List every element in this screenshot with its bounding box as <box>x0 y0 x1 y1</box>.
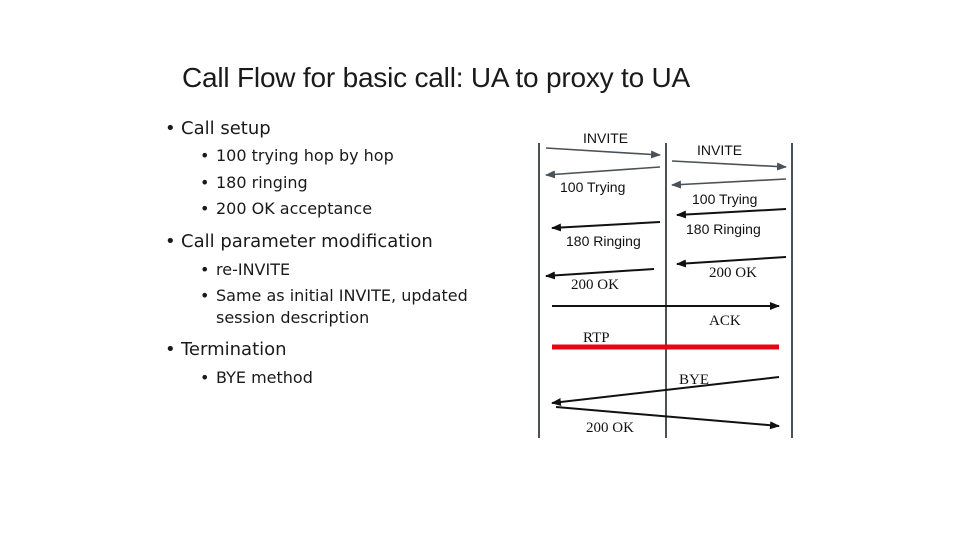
label-200-ok-final: 200 OK <box>586 420 634 436</box>
label-rtp: RTP <box>583 330 610 346</box>
call-flow-diagram: INVITE INVITE 100 Trying 100 Trying 180 … <box>538 130 793 438</box>
arrow-200-ok-2 <box>545 268 655 280</box>
arrow-100-trying-2 <box>671 178 787 189</box>
arrow-invite-2 <box>671 160 787 171</box>
label-invite-2: INVITE <box>697 142 742 158</box>
arrow-180-ringing-1 <box>676 208 787 219</box>
arrow-200-ok-1 <box>676 256 787 268</box>
label-invite-1: INVITE <box>583 130 628 146</box>
label-100-trying-1: 100 Trying <box>560 179 625 195</box>
arrow-180-ringing-2 <box>551 221 661 232</box>
label-200-ok-1: 200 OK <box>709 265 757 281</box>
arrow-100-trying-1 <box>545 166 661 179</box>
label-180-ringing-2: 180 Ringing <box>566 233 641 249</box>
label-ack: ACK <box>709 313 741 329</box>
label-200-ok-2: 200 OK <box>571 277 619 293</box>
label-100-trying-2: 100 Trying <box>692 191 757 207</box>
label-bye: BYE <box>679 372 709 388</box>
label-180-ringing-1: 180 Ringing <box>686 221 761 237</box>
arrow-invite-1 <box>545 147 661 159</box>
